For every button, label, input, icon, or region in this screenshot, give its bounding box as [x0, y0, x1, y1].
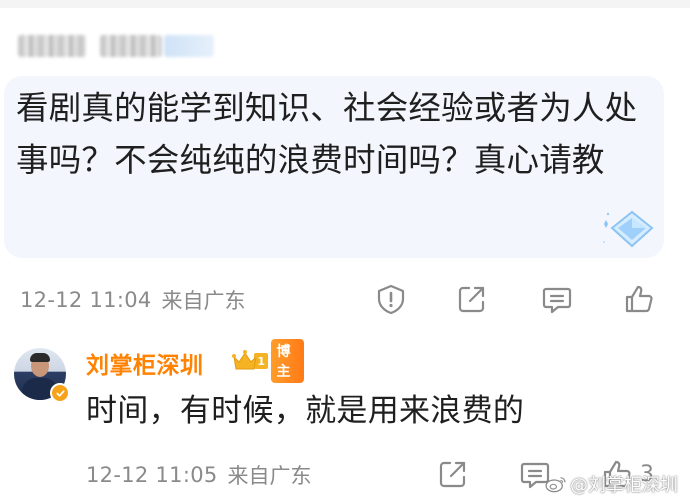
crown-icon — [232, 348, 258, 374]
top-divider — [0, 0, 690, 8]
question-text: 看剧真的能学到知识、社会经验或者为人处事吗？不会纯纯的浪费时间吗？真心请教 — [16, 89, 638, 179]
share-icon[interactable] — [436, 457, 470, 491]
watermark-text: @刘掌柜深圳 — [570, 475, 678, 496]
share-icon[interactable] — [455, 282, 489, 316]
weibo-logo-icon — [545, 477, 566, 493]
blurred-username — [18, 32, 218, 60]
blogger-tag: 博主 — [271, 339, 304, 383]
comment-icon[interactable] — [540, 282, 574, 316]
question-location: 来自广东 — [161, 289, 246, 313]
reply-time: 12-12 11:05 — [86, 463, 218, 487]
verified-badge-icon — [50, 383, 70, 403]
vip-badge: 1 博主 — [232, 339, 304, 383]
report-icon[interactable] — [374, 282, 408, 316]
reply-location: 来自广东 — [227, 464, 312, 488]
reply-text: 时间，有时候，就是用来浪费的 — [86, 393, 525, 429]
question-time: 12-12 11:04 — [20, 288, 152, 312]
like-icon[interactable] — [622, 282, 656, 316]
watermark: @刘掌柜深圳 — [545, 471, 678, 497]
reply-meta: 12-12 11:05 来自广东 — [86, 460, 312, 490]
question-meta: 12-12 11:04 来自广东 — [20, 285, 246, 315]
question-card: 看剧真的能学到知识、社会经验或者为人处事吗？不会纯纯的浪费时间吗？真心请教 — [4, 76, 664, 258]
diamond-badge-icon — [598, 206, 658, 252]
reply-author-name[interactable]: 刘掌柜深圳 — [86, 346, 204, 380]
